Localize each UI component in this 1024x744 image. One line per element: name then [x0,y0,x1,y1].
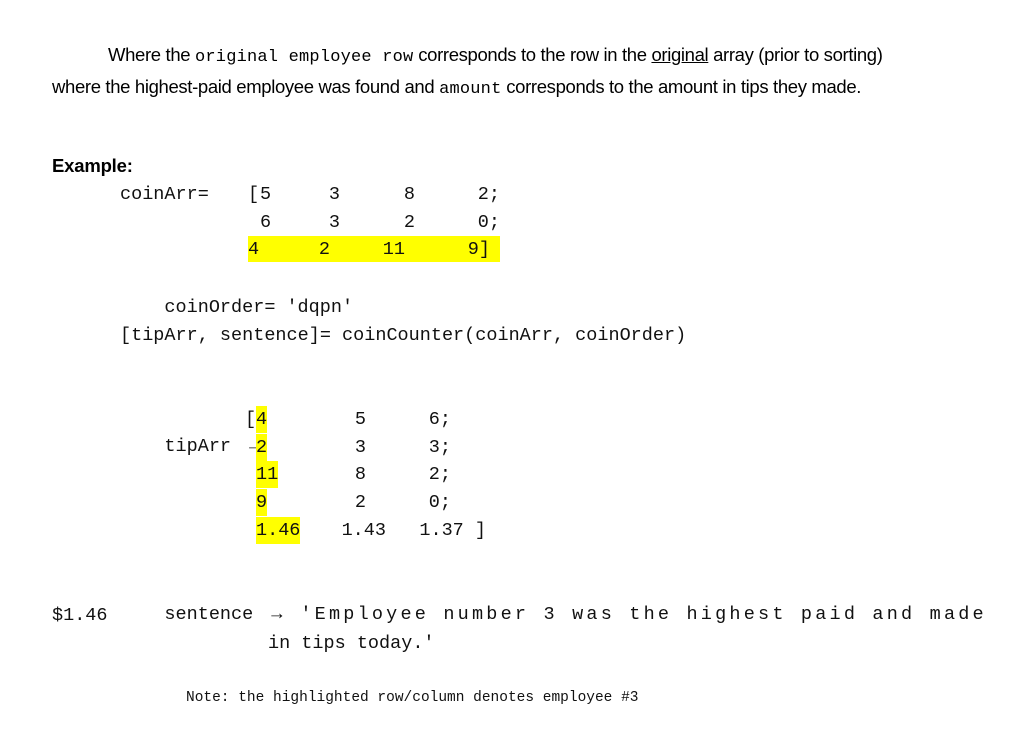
coinarr-label: coinArr= [120,184,209,205]
tiparr-cell-r3c2: 8 [354,464,366,485]
coinarr-cell-r2c2: 3 [328,212,340,233]
coinarr-cell-r1c1: 5 [260,184,272,205]
underlined-word-original: original [651,44,709,65]
code-amount: amount [439,80,502,99]
function-call-line: [tipArr, sentence]= coinCounter(coinArr,… [120,325,687,346]
tiparr-label-group: tipArr → [120,406,260,487]
coinarr-cell-r1c2: 3 [328,184,340,205]
coinorder-value: 'dqpn' [286,297,354,318]
coinarr-cell-r3c3: 11 [382,239,405,260]
tiparr-cell-r1c3: 6; [428,409,451,430]
tiparr-cell-r1c2: 5 [354,409,366,430]
sentence-output-line-2: $1.46 [52,605,108,626]
tiparr-cell-r3c3: 2; [428,464,451,485]
coinarr-cell-r2c1: 6 [260,212,272,233]
intro-paragraph: Where the original employee row correspo… [52,40,932,104]
coinarr-row-2: 6 3 2 0; [120,209,520,236]
tiparr-cell-r2c2: 3 [354,437,366,458]
paragraph-segment-4: corresponds to the amount in tips they m… [501,76,862,97]
coinarr-cell-r3c2: 2 [318,239,330,260]
sentence-output-line-3: in tips today.' [268,633,435,654]
coinarr-cell-r1c3: 8 [403,184,415,205]
tiparr-cell-r4c1: 9 [256,489,268,516]
coinarr-cell-r3c1: 4 [248,239,260,260]
sentence-label: sentence [164,604,254,625]
tiparr-cell-r5c1: 1.46 [256,517,301,544]
tiparr-cell-r2c3: 3; [428,437,451,458]
tiparr-row-3: 11 8 2; [256,461,556,488]
coinarr-cell-r2c4: 0; [477,212,500,233]
tiparr-row-4: 9 2 0; [256,489,556,516]
highlight-note: Note: the highlighted row/column denotes… [186,690,639,706]
document-page: Where the original employee row correspo… [0,0,1024,744]
tiparr-open-bracket: [ [245,409,257,430]
sentence-arrow-icon: → [271,604,283,625]
tiparr-cell-r5c3: 1.37 ] [419,520,486,541]
tiparr-row-5: 1.46 1.43 1.37 ] [256,517,586,544]
paragraph-segment-1: Where the [108,44,195,65]
coinarr-cell-r1c4: 2; [477,184,500,205]
paragraph-segment-2: corresponds to the row in the [413,44,652,65]
tiparr-cell-r5c2: 1.43 [341,520,386,541]
tiparr-row-2: 2 3 3; [256,434,556,461]
sentence-output-line-1: sentence → 'Employee number 3 was the high… [120,574,987,655]
tiparr-cell-r4c3: 0; [428,492,451,513]
sentence-text-line-1: 'Employee number 3 was the highest paid … [300,604,987,625]
tiparr-row-1: 4 5 6; [256,406,556,433]
code-original-employee-row: original employee row [195,48,414,67]
coinarr-cell-r2c3: 2 [403,212,415,233]
tiparr-cell-r1c1: 4 [256,406,268,433]
tiparr-cell-r2c1: 2 [256,434,268,461]
coinarr-row-1: coinArr= [ 5 3 8 2; [120,181,520,208]
tiparr-label: tipArr [164,436,232,457]
coinorder-label: coinOrder= [164,297,276,318]
tiparr-cell-r4c2: 2 [354,492,366,513]
tiparr-cell-r3c1: 11 [256,461,279,488]
example-heading: Example: [52,155,133,176]
coinarr-row-3: 4 2 11 9] [120,236,520,263]
coinarr-cell-r3c4: 9] [467,239,490,260]
